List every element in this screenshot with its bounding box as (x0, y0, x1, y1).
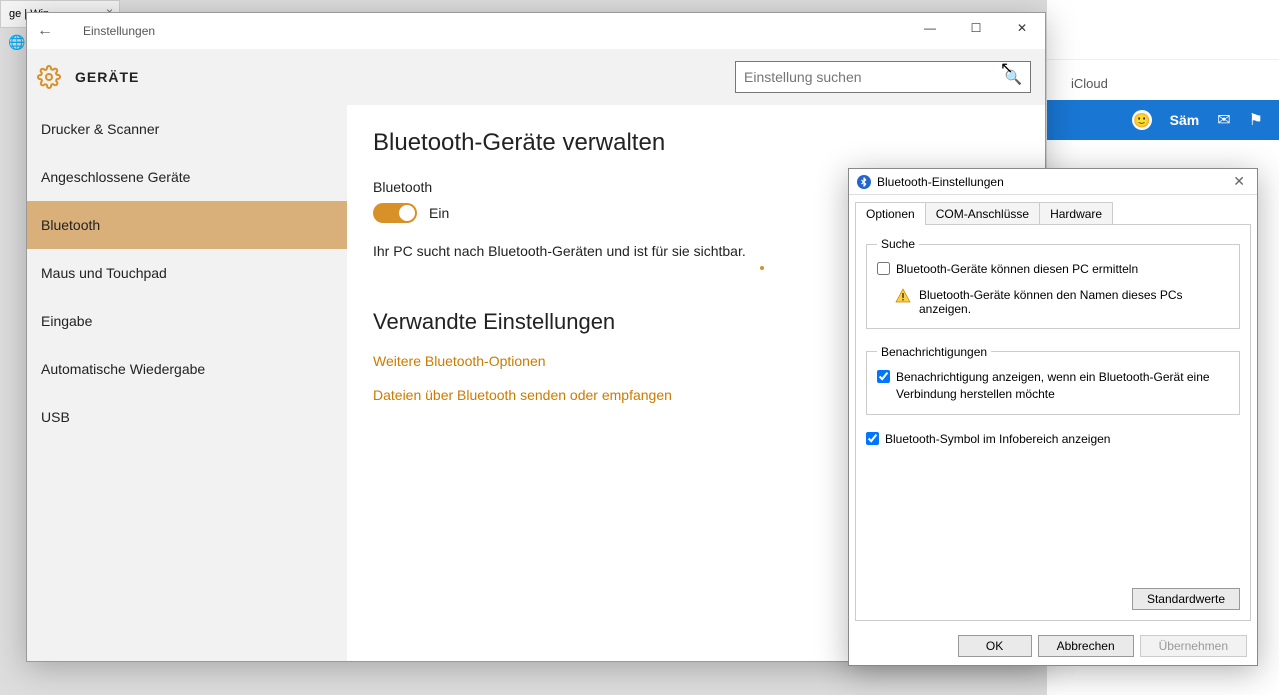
defaults-button[interactable]: Standardwerte (1132, 588, 1240, 610)
tab-hardware[interactable]: Hardware (1039, 202, 1113, 225)
dialog-tab-content: Suche Bluetooth-Geräte können diesen PC … (855, 224, 1251, 621)
search-input[interactable] (744, 69, 1005, 85)
sidebar-item-label: Bluetooth (41, 217, 100, 233)
background-blue-toolbar: 🙂 Säm ✉ ⚑ (1047, 100, 1279, 140)
sidebar-item-label: Automatische Wiedergabe (41, 361, 205, 377)
discover-checkbox-row[interactable]: Bluetooth-Geräte können diesen PC ermitt… (877, 261, 1229, 278)
cancel-button[interactable]: Abbrechen (1038, 635, 1134, 657)
tab-options[interactable]: Optionen (855, 202, 926, 225)
sidebar-item-usb[interactable]: USB (27, 393, 347, 441)
gear-icon (37, 65, 61, 89)
search-box[interactable]: 🔍 (735, 61, 1031, 93)
dialog-button-row: OK Abbrechen Übernehmen (849, 627, 1257, 665)
tray-icon-checkbox-row[interactable]: Bluetooth-Symbol im Infobereich anzeigen (866, 431, 1240, 448)
back-button[interactable]: ← (27, 22, 63, 40)
ok-button[interactable]: OK (958, 635, 1032, 657)
notifications-group: Benachrichtigungen Benachrichtigung anze… (866, 345, 1240, 416)
sidebar-item-label: USB (41, 409, 70, 425)
user-name-label: Säm (1170, 112, 1200, 128)
dialog-title: Bluetooth-Einstellungen (877, 175, 1229, 189)
apply-button[interactable]: Übernehmen (1140, 635, 1247, 657)
minimize-button[interactable]: — (907, 13, 953, 43)
bluetooth-icon (857, 175, 871, 189)
sidebar-item-label: Drucker & Scanner (41, 121, 159, 137)
sidebar-item-label: Eingabe (41, 313, 92, 329)
dialog-titlebar: Bluetooth-Einstellungen ✕ (849, 169, 1257, 195)
bluetooth-options-dialog: Bluetooth-Einstellungen ✕ Optionen COM-A… (848, 168, 1258, 666)
mail-icon[interactable]: ✉ (1217, 110, 1230, 130)
sidebar-item-label: Angeschlossene Geräte (41, 169, 190, 185)
discover-checkbox-label: Bluetooth-Geräte können diesen PC ermitt… (896, 261, 1138, 278)
globe-icon: 🌐 (8, 34, 25, 51)
discover-warning-text: Bluetooth-Geräte können den Namen dieses… (919, 288, 1229, 316)
sidebar-item-autoplay[interactable]: Automatische Wiedergabe (27, 345, 347, 393)
settings-header: GERÄTE 🔍 (27, 49, 1045, 105)
discover-checkbox[interactable] (877, 262, 890, 275)
dialog-close-button[interactable]: ✕ (1229, 173, 1249, 190)
tray-icon-checkbox[interactable] (866, 432, 879, 445)
bluetooth-toggle[interactable] (373, 203, 417, 223)
tab-com-ports[interactable]: COM-Anschlüsse (925, 202, 1040, 225)
loading-indicator-icon (760, 266, 764, 270)
window-title: Einstellungen (83, 24, 155, 38)
dialog-tabs: Optionen COM-Anschlüsse Hardware (849, 195, 1257, 224)
settings-sidebar: Drucker & Scanner Angeschlossene Geräte … (27, 105, 347, 661)
tray-icon-checkbox-label: Bluetooth-Symbol im Infobereich anzeigen (885, 431, 1110, 448)
sidebar-item-label: Maus und Touchpad (41, 265, 167, 281)
icloud-label: iCloud (1071, 76, 1108, 91)
icloud-breadcrumb[interactable]: iCloud (1063, 76, 1108, 91)
sidebar-item-connected-devices[interactable]: Angeschlossene Geräte (27, 153, 347, 201)
sidebar-item-printers[interactable]: Drucker & Scanner (27, 105, 347, 153)
flag-icon[interactable]: ⚑ (1249, 110, 1263, 130)
page-heading: Bluetooth-Geräte verwalten (373, 129, 1019, 157)
window-titlebar: ← Einstellungen — ☐ ✕ (27, 13, 1045, 49)
sidebar-item-mouse-touchpad[interactable]: Maus und Touchpad (27, 249, 347, 297)
warning-icon (895, 288, 911, 304)
search-group-legend: Suche (877, 237, 919, 251)
notifications-group-legend: Benachrichtigungen (877, 345, 991, 359)
notify-checkbox-row[interactable]: Benachrichtigung anzeigen, wenn ein Blue… (877, 369, 1229, 403)
sidebar-item-bluetooth[interactable]: Bluetooth (27, 201, 347, 249)
bluetooth-toggle-state: Ein (429, 205, 449, 221)
sidebar-item-typing[interactable]: Eingabe (27, 297, 347, 345)
search-icon: 🔍 (1005, 69, 1022, 86)
user-avatar-icon[interactable]: 🙂 (1132, 110, 1152, 130)
notify-checkbox[interactable] (877, 370, 890, 383)
maximize-button[interactable]: ☐ (953, 13, 999, 43)
search-group: Suche Bluetooth-Geräte können diesen PC … (866, 237, 1240, 329)
close-button[interactable]: ✕ (999, 13, 1045, 43)
notify-checkbox-label: Benachrichtigung anzeigen, wenn ein Blue… (896, 369, 1229, 403)
settings-category-label: GERÄTE (75, 69, 139, 85)
discover-warning-row: Bluetooth-Geräte können den Namen dieses… (895, 288, 1229, 316)
